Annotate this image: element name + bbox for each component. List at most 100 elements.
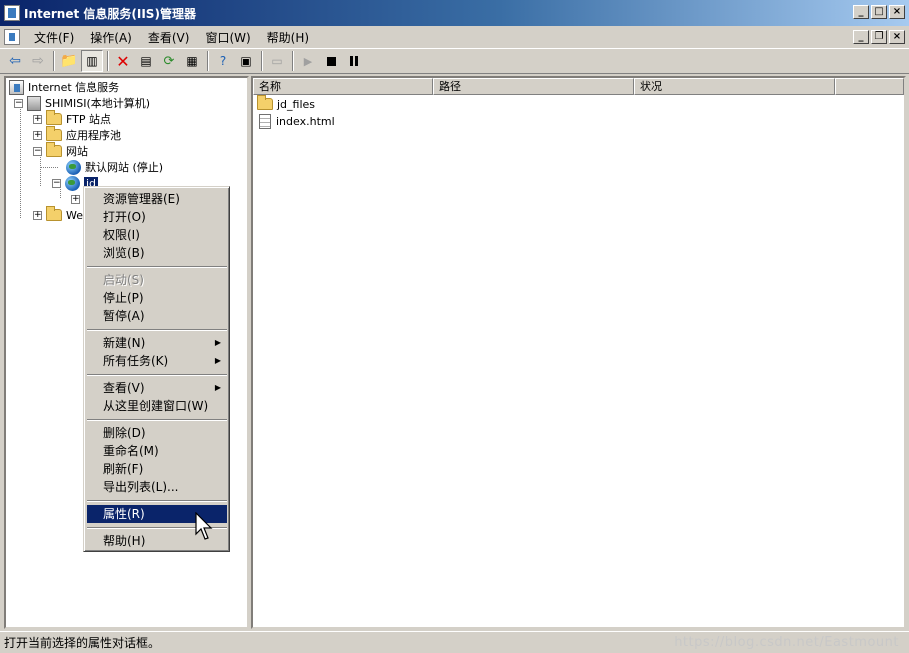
list-item-name: index.html (276, 114, 335, 128)
tree-item-web-ext[interactable]: + Web (33, 206, 90, 223)
expand-icon[interactable]: + (33, 130, 42, 140)
start-icon[interactable]: ▶ (297, 50, 319, 72)
pause-icon[interactable] (343, 50, 365, 72)
menu-item-view[interactable]: 查看(V) ▶ (87, 379, 227, 397)
mdi-controls: _ ❐ × (853, 30, 905, 44)
menu-file[interactable]: 文件(F) (26, 27, 82, 48)
menu-separator (87, 329, 227, 331)
tree-item-ftp[interactable]: + FTP 站点 (33, 110, 111, 127)
menu-item-export-list[interactable]: 导出列表(L)... (87, 478, 227, 496)
mdi-minimize-button[interactable]: _ (853, 30, 869, 44)
expand-icon[interactable]: + (33, 114, 42, 124)
menu-item-all-tasks[interactable]: 所有任务(K) ▶ (87, 352, 227, 370)
tree-connector (20, 102, 21, 218)
expand-icon[interactable]: + (33, 210, 42, 220)
menu-bar: 文件(F) 操作(A) 查看(V) 窗口(W) 帮助(H) _ ❐ × (0, 26, 909, 48)
column-header-status[interactable]: 状况 (634, 78, 835, 95)
console-icon[interactable]: ▣ (235, 50, 257, 72)
list-header: 名称 路径 状况 (253, 78, 904, 95)
tree-item-label: SHIMISI(本地计算机) (45, 97, 151, 110)
menu-item-label: 重命名(M) (103, 444, 159, 458)
menu-item-new[interactable]: 新建(N) ▶ (87, 334, 227, 352)
tree-item-websites[interactable]: − 网站 (33, 142, 88, 159)
minimize-button[interactable]: _ (853, 5, 869, 19)
folder-icon (46, 110, 62, 125)
menu-item-label: 刷新(F) (103, 462, 144, 476)
menu-window[interactable]: 窗口(W) (197, 27, 258, 48)
menu-item-label: 删除(D) (103, 426, 146, 440)
tree-item-root[interactable]: Internet 信息服务 (9, 79, 119, 95)
menu-action[interactable]: 操作(A) (82, 27, 140, 48)
folder-open-icon (46, 142, 62, 157)
computer-icon[interactable]: ▭ (266, 50, 288, 72)
menu-separator (87, 266, 227, 268)
website-globe-icon (65, 175, 80, 191)
console-menu-icon[interactable] (4, 29, 20, 45)
menu-item-stop[interactable]: 停止(P) (87, 289, 227, 307)
tree-item-label: 默认网站 (停止) (85, 161, 164, 174)
list-item[interactable]: jd_files (257, 95, 315, 112)
collapse-icon[interactable]: − (52, 178, 61, 188)
stop-icon[interactable] (320, 50, 342, 72)
menu-item-open[interactable]: 打开(O) (87, 208, 227, 226)
submenu-arrow-icon: ▶ (214, 383, 221, 392)
column-header-name[interactable]: 名称 (253, 78, 433, 95)
maximize-button[interactable]: □ (871, 5, 887, 19)
help-icon[interactable]: ? (212, 50, 234, 72)
title-bar: Internet 信息服务(IIS)管理器 _ □ × (0, 0, 909, 26)
menu-item-rename[interactable]: 重命名(M) (87, 442, 227, 460)
column-header-path[interactable]: 路径 (433, 78, 634, 95)
menu-item-label: 查看(V) (103, 381, 145, 395)
menu-item-label: 浏览(B) (103, 246, 145, 260)
menu-item-refresh[interactable]: 刷新(F) (87, 460, 227, 478)
menu-item-pause[interactable]: 暂停(A) (87, 307, 227, 325)
folder-icon (46, 126, 62, 141)
status-text: 打开当前选择的属性对话框。 (4, 636, 161, 650)
delete-icon[interactable]: ✕ (112, 50, 134, 72)
collapse-icon[interactable]: − (14, 98, 23, 108)
iis-icon (9, 79, 24, 95)
menu-item-browse[interactable]: 浏览(B) (87, 244, 227, 262)
tree-item-label: Internet 信息服务 (28, 81, 120, 94)
refresh-icon[interactable]: ⟳ (158, 50, 180, 72)
back-icon[interactable]: ⇦ (4, 50, 26, 72)
close-button[interactable]: × (889, 5, 905, 19)
forward-icon[interactable]: ⇨ (27, 50, 49, 72)
menu-item-label: 属性(R) (103, 507, 145, 521)
mdi-close-button[interactable]: × (889, 30, 905, 44)
window-controls: _ □ × (853, 5, 905, 19)
menu-item-label: 帮助(H) (103, 534, 146, 548)
menu-item-label: 新建(N) (103, 336, 146, 350)
context-menu: 资源管理器(E) 打开(O) 权限(I) 浏览(B) 启动(S) 停止(P) 暂… (83, 186, 230, 552)
toolbar-separator (107, 51, 109, 71)
tree-item-label: 网站 (66, 145, 88, 158)
menu-item-explorer[interactable]: 资源管理器(E) (87, 190, 227, 208)
mdi-restore-button[interactable]: ❐ (871, 30, 887, 44)
collapse-icon[interactable]: − (33, 146, 42, 156)
tree-item-label: FTP 站点 (66, 113, 111, 126)
list-item[interactable]: index.html (257, 113, 335, 129)
tree-item-server[interactable]: − SHIMISI(本地计算机) (14, 95, 150, 111)
menu-help[interactable]: 帮助(H) (259, 27, 317, 48)
website-globe-icon (66, 159, 81, 175)
iis-app-icon (4, 5, 20, 21)
menu-item-label: 打开(O) (103, 210, 146, 224)
menu-item-label: 启动(S) (103, 273, 144, 287)
menu-item-label: 资源管理器(E) (103, 192, 180, 206)
list-pane[interactable]: 名称 路径 状况 jd_files index.html (251, 76, 906, 629)
submenu-arrow-icon: ▶ (214, 338, 221, 347)
up-folder-icon[interactable]: 📁 (58, 50, 80, 72)
menu-item-new-window[interactable]: 从这里创建窗口(W) (87, 397, 227, 415)
menu-view[interactable]: 查看(V) (140, 27, 198, 48)
tree-item-app-pools[interactable]: + 应用程序池 (33, 126, 121, 143)
menu-separator (87, 419, 227, 421)
status-bar: 打开当前选择的属性对话框。 https://blog.csdn.net/East… (0, 631, 909, 653)
export-list-icon[interactable]: ▦ (181, 50, 203, 72)
menu-item-delete[interactable]: 删除(D) (87, 424, 227, 442)
expand-icon[interactable]: + (71, 194, 80, 204)
menu-item-permissions[interactable]: 权限(I) (87, 226, 227, 244)
show-tree-icon[interactable]: ▥ (81, 50, 103, 72)
toolbar-separator (53, 51, 55, 71)
properties-icon[interactable]: ▤ (135, 50, 157, 72)
tree-item-default-site[interactable]: 默认网站 (停止) (66, 159, 163, 175)
